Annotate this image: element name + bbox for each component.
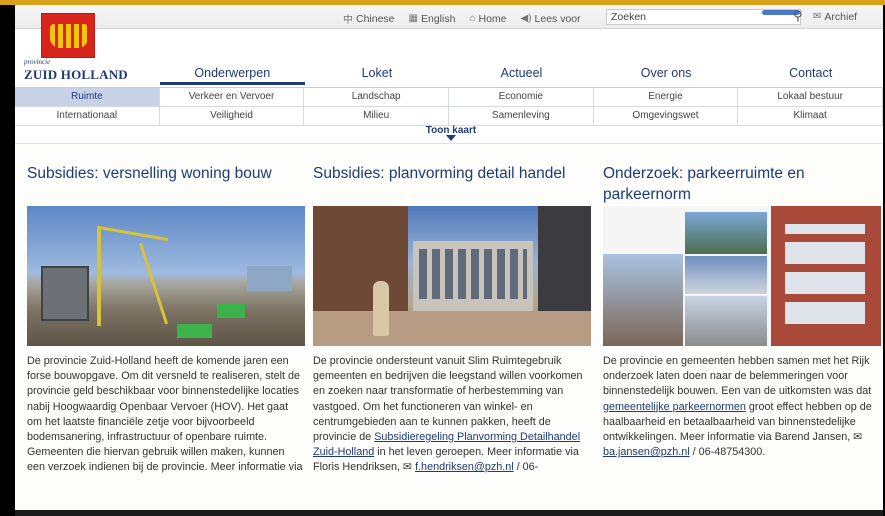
subnav-omgevingswet[interactable]: Omgevingswet xyxy=(593,107,739,126)
construction-site-image xyxy=(27,206,305,346)
subnav-lokaal-bestuur[interactable]: Lokaal bestuur xyxy=(738,88,883,107)
article-title[interactable]: Onderzoek: parkeerruimte en parkeernorm xyxy=(603,144,881,206)
subnav-verkeer-en-vervoer[interactable]: Verkeer en Vervoer xyxy=(159,88,305,107)
utility-bar: 中 Chinese ▦ English ⌂ Home ◀) Lees voor Zoek… xyxy=(15,5,883,29)
sub-nav: Ruimte Verkeer en Vervoer Landschap Econ… xyxy=(15,87,883,126)
bottom-strip xyxy=(15,510,883,516)
subnav-internationaal[interactable]: Internationaal xyxy=(15,107,160,126)
english-flag-icon: ▦ xyxy=(408,13,418,24)
article-body: De provincie Zuid-Holland heeft de komen… xyxy=(27,355,303,474)
article-body: De provincie en gemeenten hebben samen m… xyxy=(603,355,872,459)
mail-icon: ✉ xyxy=(403,461,416,474)
logo-flag-icon[interactable] xyxy=(41,13,95,58)
email-link[interactable]: ba.jansen@pzh.nl xyxy=(603,446,690,458)
content-panel: Subsidies: versnelling woning bouw De pr… xyxy=(15,143,883,510)
article-title[interactable]: Subsidies: versnelling woning bouw xyxy=(27,144,305,206)
subnav-energie[interactable]: Energie xyxy=(593,88,739,107)
home-icon: ⌂ xyxy=(469,13,476,24)
subnav-ruimte[interactable]: Ruimte xyxy=(15,88,160,107)
article-body: De provincie ondersteunt vanuit Slim Rui… xyxy=(313,355,583,474)
article-3: Onderzoek: parkeerruimte en parkeernorm … xyxy=(603,144,881,460)
home-link[interactable]: ⌂ Home xyxy=(469,11,506,26)
article-title[interactable]: Subsidies: planvorming detail handel xyxy=(313,144,591,206)
subnav-samenleving[interactable]: Samenleving xyxy=(449,107,594,126)
chinese-flag-icon: 中 xyxy=(343,15,353,26)
article-2: Subsidies: planvorming detail handel De … xyxy=(313,144,591,476)
search-input[interactable]: Zoeken xyxy=(606,9,801,25)
toon-kaart-toggle[interactable]: Toon kaart xyxy=(419,125,483,141)
lees-voor-link[interactable]: ◀) Lees voor xyxy=(521,11,581,26)
parkeernormen-link[interactable]: gemeentelijke parkeernormen xyxy=(603,401,746,413)
houses-collage-image xyxy=(603,206,881,346)
nav-contact[interactable]: Contact xyxy=(738,63,883,85)
subnav-economie[interactable]: Economie xyxy=(449,88,594,107)
page: 中 Chinese ▦ English ⌂ Home ◀) Lees voor Zoek… xyxy=(15,5,883,510)
article-1: Subsidies: versnelling woning bouw De pr… xyxy=(27,144,305,476)
nav-onderwerpen[interactable]: Onderwerpen xyxy=(160,63,305,85)
logo[interactable]: provincie ZUID HOLLAND xyxy=(24,58,128,84)
nav-actueel[interactable]: Actueel xyxy=(449,63,594,85)
mail-icon: ✉ xyxy=(853,431,863,444)
archief-link[interactable]: ✉ Archief xyxy=(813,11,857,23)
subnav-milieu[interactable]: Milieu xyxy=(304,107,449,126)
shopping-street-image xyxy=(313,206,591,346)
nav-over-ons[interactable]: Over ons xyxy=(594,63,739,85)
mail-icon: ✉ xyxy=(813,11,822,22)
subnav-veiligheid[interactable]: Veiligheid xyxy=(159,107,305,126)
subnav-landschap[interactable]: Landschap xyxy=(304,88,449,107)
email-link[interactable]: f.hendriksen@pzh.nl xyxy=(415,461,514,473)
speaker-icon: ◀) xyxy=(520,13,532,24)
nav-loket[interactable]: Loket xyxy=(305,63,450,85)
search-icon[interactable]: ⚲ xyxy=(793,8,803,24)
subnav-klimaat[interactable]: Klimaat xyxy=(738,107,883,126)
english-link[interactable]: ▦ English xyxy=(409,11,456,26)
main-nav: Onderwerpen Loket Actueel Over ons Conta… xyxy=(160,63,883,85)
chinese-link[interactable]: 中 Chinese xyxy=(343,11,395,27)
